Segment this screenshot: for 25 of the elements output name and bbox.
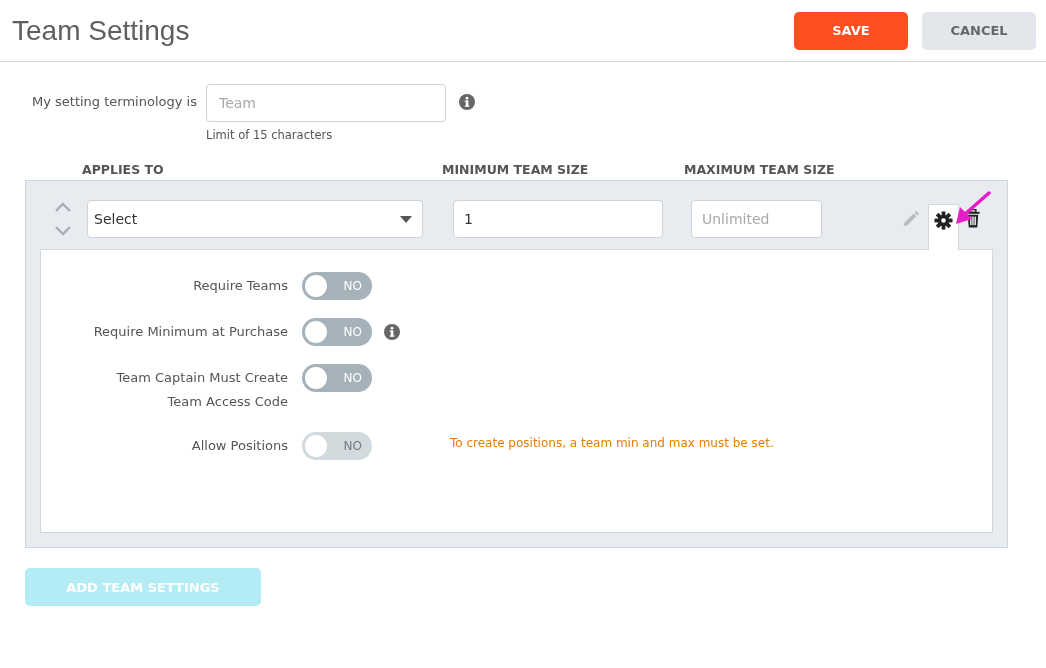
settings-tab[interactable] xyxy=(928,204,959,250)
option-label: Team Captain Must Create Team Access Code xyxy=(115,369,288,411)
minimum-size-field[interactable]: 1 xyxy=(453,200,663,238)
applies-to-dropdown[interactable]: Select xyxy=(87,200,423,238)
toggle-switch[interactable]: NO xyxy=(302,272,372,300)
option-label: Require Minimum at Purchase xyxy=(92,323,288,341)
settings-icon xyxy=(934,211,953,230)
page-title: Team Settings xyxy=(12,14,190,47)
option-label: Require Teams xyxy=(192,277,288,295)
save-button[interactable]: SAVE xyxy=(794,11,908,50)
caret-icon xyxy=(400,215,412,223)
column-header: MAXIMUM TEAM SIZE xyxy=(684,162,835,179)
maximum-size-field[interactable]: Unlimited xyxy=(691,200,822,238)
hint-text: Limit of 15 characters xyxy=(206,128,334,142)
warning-text: To create positions, a team min and max must be set. xyxy=(450,436,774,450)
info-icon[interactable] xyxy=(384,324,400,340)
column-header: MINIMUM TEAM SIZE xyxy=(442,162,590,179)
field-label: My setting terminology is xyxy=(32,93,198,111)
toggle-switch[interactable]: NO xyxy=(302,364,372,392)
column-header: APPLIES TO xyxy=(82,162,165,179)
terminology-field[interactable]: Team xyxy=(206,84,446,122)
toggle-switch[interactable]: NO xyxy=(302,318,372,346)
option-label: Allow Positions xyxy=(190,437,288,455)
cancel-button[interactable]: CANCEL xyxy=(922,11,1036,50)
info-icon[interactable] xyxy=(459,94,475,110)
